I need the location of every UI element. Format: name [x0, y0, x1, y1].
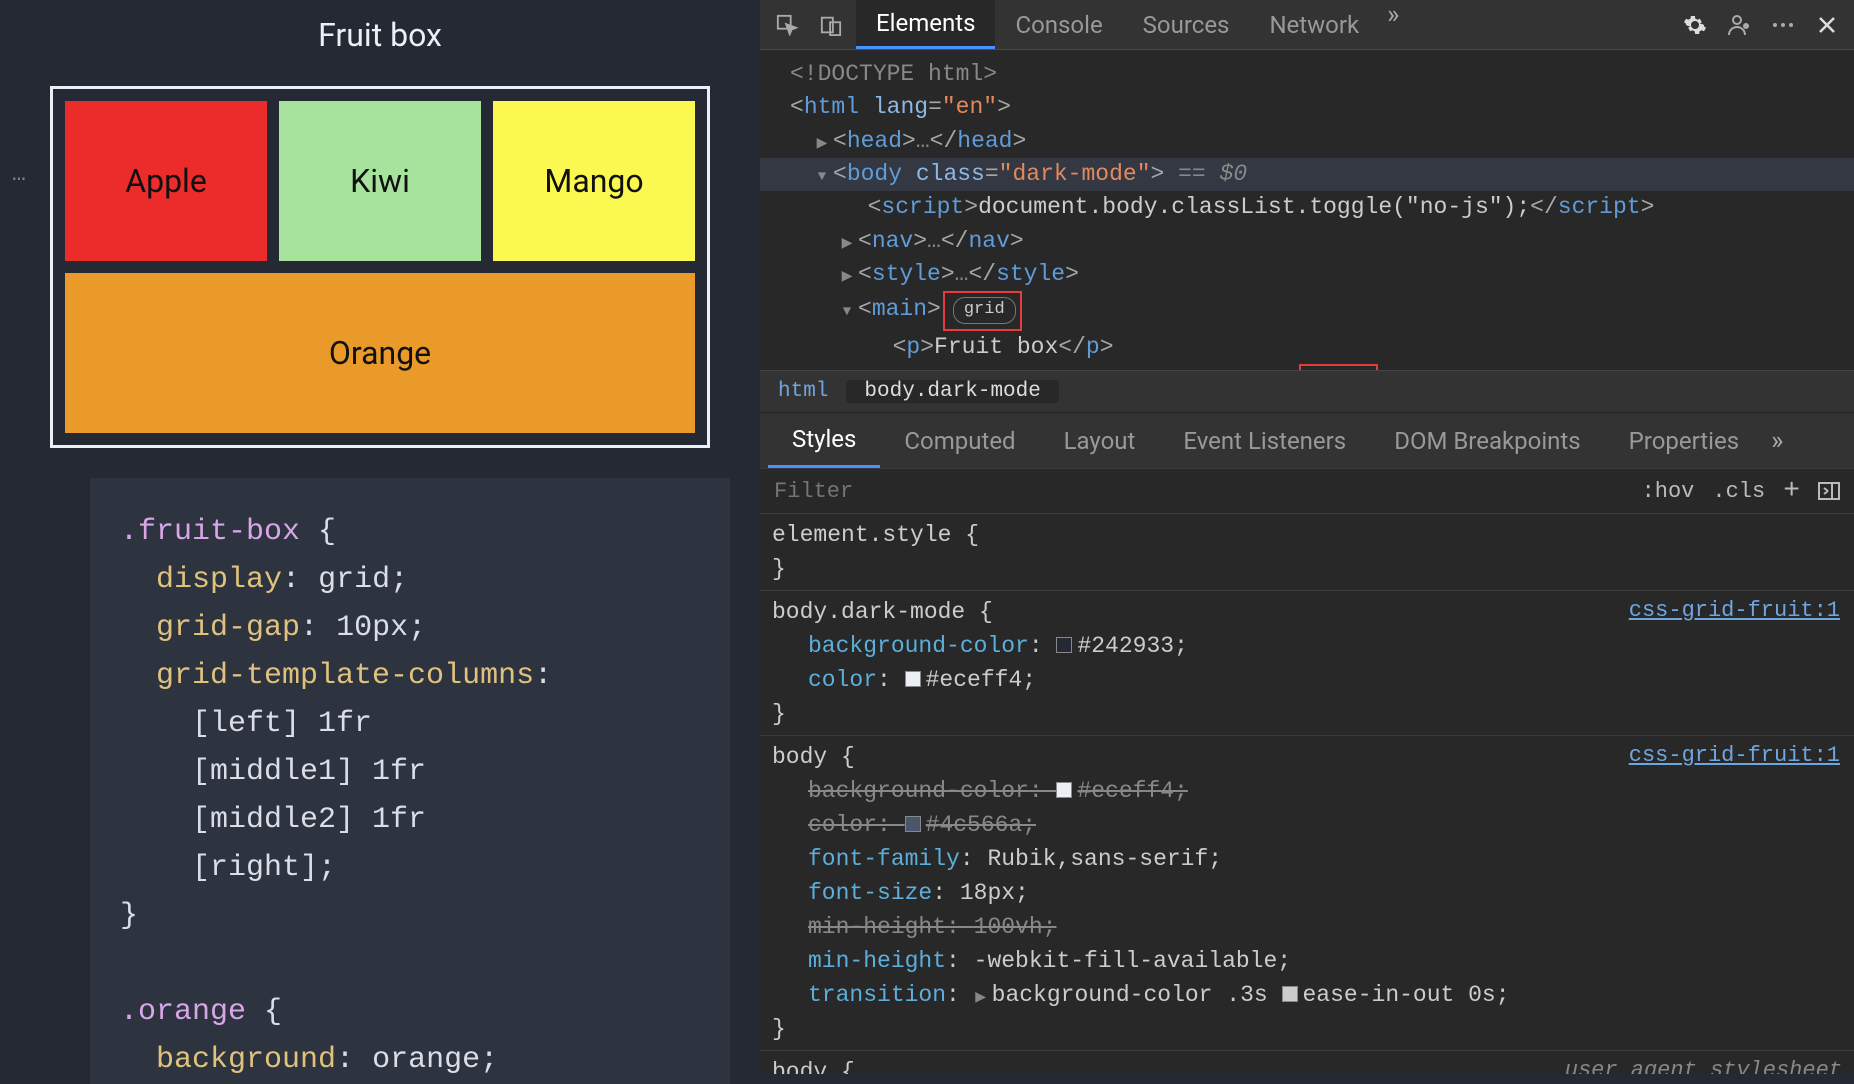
style-rule-body-ua[interactable]: user agent stylesheet body { — [760, 1051, 1854, 1074]
disclosure-triangle-icon[interactable] — [840, 293, 854, 326]
css-declaration-overridden[interactable]: color: #4c566a; — [772, 808, 1842, 842]
tab-console[interactable]: Console — [995, 0, 1122, 49]
dom-node-nav[interactable]: <nav>…</nav> — [760, 225, 1854, 258]
source-link[interactable]: css-grid-fruit:1 — [1629, 595, 1840, 628]
color-swatch-icon[interactable] — [905, 671, 921, 687]
style-rule-element[interactable]: element.style { } — [760, 514, 1854, 591]
fruit-apple: Apple — [65, 101, 267, 261]
fruit-kiwi: Kiwi — [279, 101, 481, 261]
dom-node-body-selected[interactable]: …<body class="dark-mode"> == $0 — [760, 158, 1854, 191]
devtools-toolbar: Elements Console Sources Network » — [760, 0, 1854, 50]
page-title: Fruit box — [30, 16, 730, 54]
devtools-main-tabs: Elements Console Sources Network » — [856, 0, 1407, 49]
easing-swatch-icon[interactable] — [1282, 986, 1298, 1002]
page-preview: Fruit box Apple Kiwi Mango Orange .fruit… — [0, 0, 760, 1074]
new-style-rule-icon[interactable]: + — [1783, 476, 1800, 507]
subtabs-overflow-icon[interactable]: » — [1763, 426, 1791, 456]
css-declaration[interactable]: background-color: #242933; — [772, 629, 1842, 663]
dom-node-html[interactable]: <html lang="en"> — [760, 91, 1854, 124]
dom-node-script[interactable]: <script>document.body.classList.toggle("… — [760, 191, 1854, 224]
cls-toggle[interactable]: .cls — [1712, 479, 1765, 504]
subtab-layout[interactable]: Layout — [1040, 413, 1160, 468]
code-selector: .orange — [120, 995, 246, 1029]
styles-filter-input[interactable] — [774, 479, 1624, 504]
fruit-orange: Orange — [65, 273, 695, 433]
grid-badge-highlighted[interactable]: grid — [943, 291, 1022, 330]
tab-sources[interactable]: Sources — [1123, 0, 1250, 49]
css-declaration[interactable]: color: #eceff4; — [772, 663, 1842, 697]
css-declaration[interactable]: font-size: 18px; — [772, 876, 1842, 910]
dom-node-p[interactable]: <p>Fruit box</p> — [760, 331, 1854, 364]
ua-stylesheet-label: user agent stylesheet — [1565, 1055, 1842, 1074]
disclosure-triangle-icon[interactable] — [840, 225, 854, 258]
subtab-styles[interactable]: Styles — [768, 413, 880, 468]
fruit-box-grid: Apple Kiwi Mango Orange — [50, 86, 710, 448]
subtab-dom-breakpoints[interactable]: DOM Breakpoints — [1370, 413, 1604, 468]
color-swatch-icon[interactable] — [1056, 637, 1072, 653]
styles-filter-bar: :hov .cls + — [760, 468, 1854, 514]
disclosure-triangle-icon[interactable] — [815, 125, 829, 158]
styles-subtabs: Styles Computed Layout Event Listeners D… — [760, 412, 1854, 468]
settings-gear-icon[interactable] — [1676, 6, 1714, 44]
subtab-properties[interactable]: Properties — [1605, 413, 1763, 468]
code-snippet: .fruit-box { display: grid; grid-gap: 10… — [90, 478, 730, 1084]
style-rule-body[interactable]: css-grid-fruit:1 body { background-color… — [760, 736, 1854, 1051]
color-swatch-icon[interactable] — [905, 816, 921, 832]
hov-toggle[interactable]: :hov — [1642, 479, 1695, 504]
dom-node-main[interactable]: <main>grid — [760, 291, 1854, 330]
dom-node-style[interactable]: <style>…</style> — [760, 258, 1854, 291]
inspect-element-icon[interactable] — [768, 6, 806, 44]
more-menu-icon[interactable] — [1764, 6, 1802, 44]
crumb-body[interactable]: body.dark-mode — [846, 380, 1058, 403]
css-declaration-overridden[interactable]: min-height: 100vh; — [772, 910, 1842, 944]
crumb-html[interactable]: html — [760, 380, 846, 403]
code-selector: .fruit-box — [120, 515, 300, 549]
css-declaration[interactable]: min-height: -webkit-fill-available; — [772, 944, 1842, 978]
disclosure-triangle-icon[interactable] — [815, 158, 829, 191]
devtools-panel: Elements Console Sources Network » <!DOC… — [760, 0, 1854, 1074]
dom-tree[interactable]: <!DOCTYPE html> <html lang="en"> <head>…… — [760, 50, 1854, 370]
tabs-overflow-icon[interactable]: » — [1379, 0, 1407, 49]
subtab-computed[interactable]: Computed — [880, 413, 1039, 468]
tab-network[interactable]: Network — [1249, 0, 1379, 49]
device-toolbar-icon[interactable] — [812, 6, 850, 44]
account-icon[interactable] — [1720, 6, 1758, 44]
source-link[interactable]: css-grid-fruit:1 — [1629, 740, 1840, 773]
styles-pane[interactable]: element.style { } css-grid-fruit:1 body.… — [760, 514, 1854, 1074]
close-devtools-icon[interactable] — [1808, 6, 1846, 44]
dom-node-doctype[interactable]: <!DOCTYPE html> — [760, 58, 1854, 91]
fruit-mango: Mango — [493, 101, 695, 261]
style-rule-body-darkmode[interactable]: css-grid-fruit:1 body.dark-mode { backgr… — [760, 591, 1854, 736]
dom-breadcrumbs: html body.dark-mode — [760, 370, 1854, 412]
subtab-event-listeners[interactable]: Event Listeners — [1159, 413, 1370, 468]
dom-node-head[interactable]: <head>…</head> — [760, 125, 1854, 158]
css-declaration[interactable]: transition: background-color .3s ease-in… — [772, 978, 1842, 1012]
toggle-sidebar-icon[interactable] — [1818, 482, 1840, 500]
tab-elements[interactable]: Elements — [856, 0, 995, 49]
color-swatch-icon[interactable] — [1056, 782, 1072, 798]
css-declaration[interactable]: font-family: Rubik,sans-serif; — [772, 842, 1842, 876]
disclosure-triangle-icon[interactable] — [840, 258, 854, 291]
css-declaration-overridden[interactable]: background-color: #eceff4; — [772, 774, 1842, 808]
disclosure-triangle-icon[interactable] — [974, 978, 988, 1012]
